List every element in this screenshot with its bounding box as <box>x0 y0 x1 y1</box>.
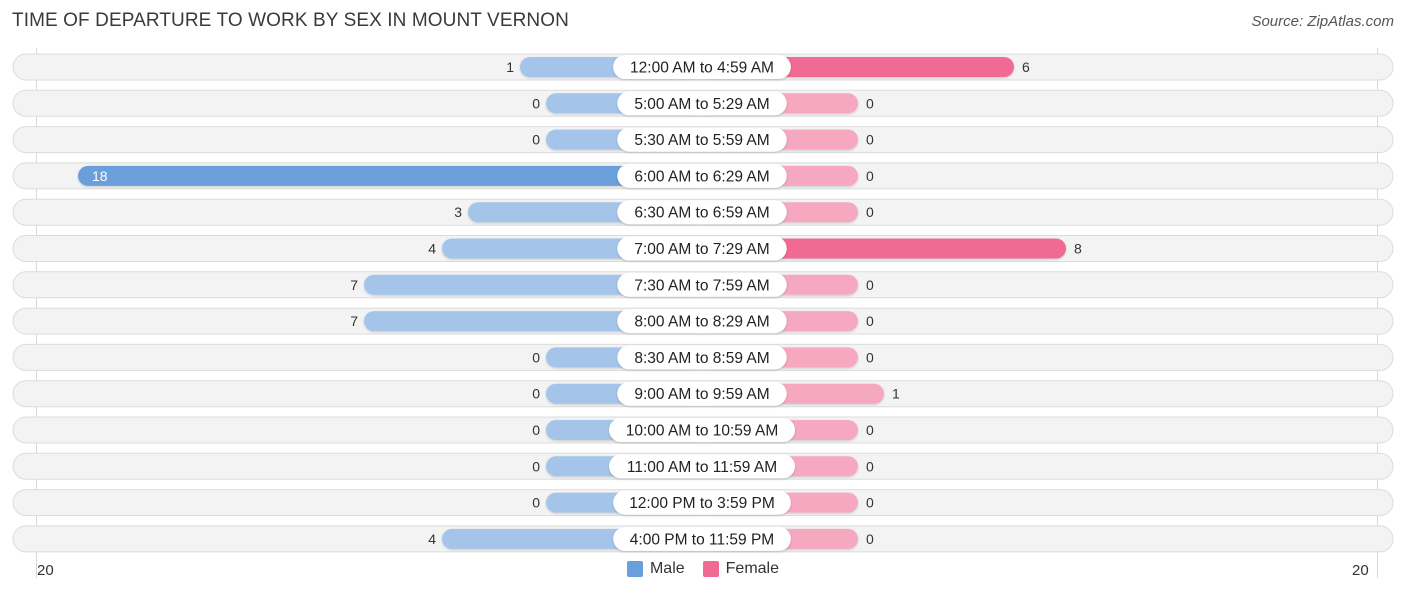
category-label: 11:00 AM to 11:59 AM <box>627 459 777 476</box>
category-label: 6:00 AM to 6:29 AM <box>634 168 769 185</box>
female-value-label: 0 <box>866 313 874 329</box>
female-value-label: 0 <box>866 349 874 365</box>
female-value-label: 0 <box>866 458 874 474</box>
male-bar <box>78 165 702 186</box>
category-label: 8:30 AM to 8:59 AM <box>634 350 769 367</box>
male-value-label: 0 <box>532 132 540 148</box>
legend-swatch-female <box>702 561 719 577</box>
female-value-label: 0 <box>866 422 874 438</box>
legend-item-female[interactable]: Female <box>702 560 780 578</box>
male-value-label: 4 <box>428 241 436 257</box>
female-value-label: 0 <box>866 168 874 184</box>
male-value-label: 18 <box>92 168 108 184</box>
category-label: 6:30 AM to 6:59 AM <box>634 205 769 222</box>
male-value-label: 0 <box>532 349 540 365</box>
female-value-label: 0 <box>866 132 874 148</box>
legend-item-male[interactable]: Male <box>626 560 685 578</box>
category-label: 4:00 PM to 11:59 PM <box>630 531 774 548</box>
legend: Male Female <box>0 560 1406 578</box>
female-value-label: 0 <box>866 277 874 293</box>
male-value-label: 0 <box>532 422 540 438</box>
male-value-label: 7 <box>350 277 358 293</box>
male-value-label: 0 <box>532 386 540 402</box>
female-value-label: 0 <box>866 495 874 511</box>
category-label: 12:00 AM to 4:59 AM <box>630 60 774 77</box>
female-value-label: 0 <box>866 95 874 111</box>
chart-plot: 1 6 12:00 AM to 4:59 AM 0 0 5:00 AM to 5:29 A… <box>12 53 1394 553</box>
male-value-label: 3 <box>454 204 462 220</box>
category-label: 10:00 AM to 10:59 AM <box>626 423 779 440</box>
male-value-label: 1 <box>506 59 514 75</box>
category-label: 7:00 AM to 7:29 AM <box>634 241 769 258</box>
male-value-label: 4 <box>428 531 436 547</box>
category-label: 7:30 AM to 7:59 AM <box>634 277 769 294</box>
male-value-label: 0 <box>532 458 540 474</box>
male-value-label: 0 <box>532 495 540 511</box>
category-label: 12:00 PM to 3:59 PM <box>629 495 775 512</box>
female-value-label: 1 <box>892 386 900 402</box>
female-value-label: 0 <box>866 204 874 220</box>
male-value-label: 0 <box>532 95 540 111</box>
category-label: 8:00 AM to 8:29 AM <box>634 314 769 331</box>
category-label: 9:00 AM to 9:59 AM <box>634 386 769 403</box>
legend-label-male: Male <box>649 560 685 577</box>
category-label: 5:00 AM to 5:29 AM <box>634 96 769 113</box>
female-value-label: 8 <box>1074 241 1082 257</box>
male-value-label: 7 <box>350 313 358 329</box>
female-value-label: 0 <box>866 531 874 547</box>
legend-swatch-male <box>626 561 643 577</box>
category-label: 5:30 AM to 5:59 AM <box>634 132 769 149</box>
legend-label-female: Female <box>725 560 780 577</box>
female-value-label: 6 <box>1022 59 1030 75</box>
